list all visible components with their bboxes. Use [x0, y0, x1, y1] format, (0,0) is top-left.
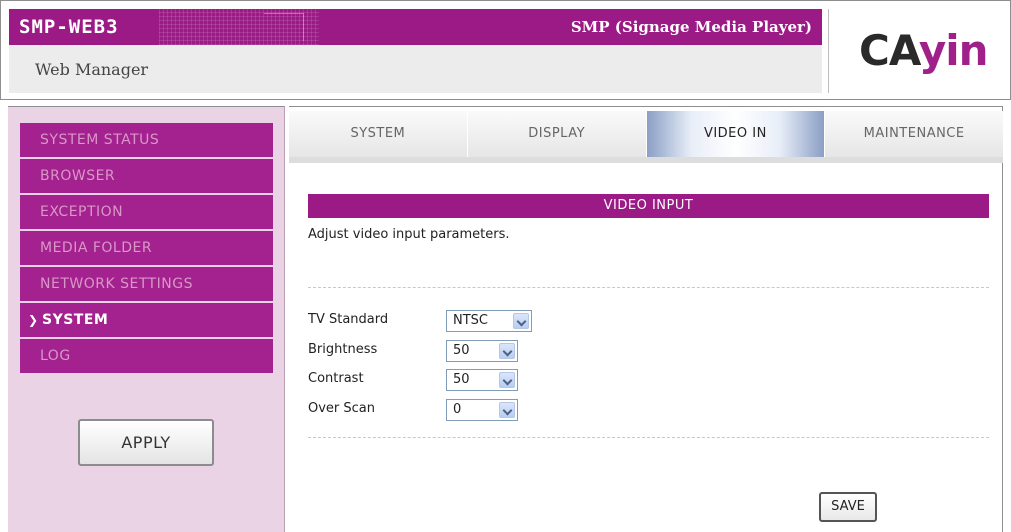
- sidebar-item-label: MEDIA FOLDER: [40, 240, 153, 256]
- sidebar-item-network-settings[interactable]: NETWORK SETTINGS: [20, 267, 273, 301]
- chevron-down-icon: [499, 372, 515, 388]
- apply-button[interactable]: APPLY: [78, 419, 214, 466]
- contrast-select[interactable]: 50: [446, 369, 518, 391]
- tv-standard-value: NTSC: [453, 313, 488, 328]
- main-panel: SYSTEM DISPLAY VIDEO IN MAINTENANCE VIDE…: [289, 106, 1003, 532]
- section-title: VIDEO INPUT: [308, 194, 989, 218]
- chevron-right-icon: ❯: [28, 313, 39, 327]
- cayin-logo: CAyin: [859, 26, 989, 75]
- tab-underline: [289, 157, 1003, 163]
- save-button[interactable]: SAVE: [819, 492, 877, 522]
- over-scan-label: Over Scan: [308, 401, 376, 416]
- logo-part-yin: yin: [918, 26, 989, 75]
- sidebar: SYSTEM STATUS BROWSER EXCEPTION MEDIA FO…: [8, 106, 285, 532]
- over-scan-row: Over Scan 0: [308, 399, 708, 421]
- tab-system[interactable]: SYSTEM: [289, 111, 468, 157]
- contrast-value: 50: [453, 372, 470, 387]
- divider: [308, 437, 989, 438]
- logo-part-ca: CA: [859, 26, 920, 75]
- tab-display[interactable]: DISPLAY: [467, 111, 647, 157]
- sidebar-item-media-folder[interactable]: MEDIA FOLDER: [20, 231, 273, 265]
- sidebar-item-system-status[interactable]: SYSTEM STATUS: [20, 123, 273, 157]
- chevron-down-icon: [513, 313, 529, 329]
- sidebar-item-label: SYSTEM: [42, 312, 109, 328]
- subtitle-bar: Web Manager: [9, 45, 822, 93]
- app-subtitle: Web Manager: [35, 60, 149, 79]
- sidebar-item-label: NETWORK SETTINGS: [40, 276, 194, 292]
- sidebar-item-browser[interactable]: BROWSER: [20, 159, 273, 193]
- chevron-down-icon: [499, 343, 515, 359]
- brightness-row: Brightness 50: [308, 340, 708, 362]
- tab-maintenance[interactable]: MAINTENANCE: [825, 111, 1003, 157]
- product-description: SMP (Signage Media Player): [570, 18, 812, 36]
- brightness-label: Brightness: [308, 342, 378, 357]
- section-description: Adjust video input parameters.: [308, 227, 510, 242]
- brightness-select[interactable]: 50: [446, 340, 518, 362]
- over-scan-select[interactable]: 0: [446, 399, 518, 421]
- sidebar-item-system[interactable]: ❯ SYSTEM: [20, 303, 273, 337]
- tab-video-in[interactable]: VIDEO IN: [646, 111, 826, 157]
- tab-bar: SYSTEM DISPLAY VIDEO IN MAINTENANCE: [289, 111, 1003, 157]
- sidebar-item-label: EXCEPTION: [40, 204, 124, 220]
- chevron-down-icon: [499, 402, 515, 418]
- over-scan-value: 0: [453, 402, 462, 417]
- sidebar-item-log[interactable]: LOG: [20, 339, 273, 373]
- brand-bar: SMP-WEB3 SMP (Signage Media Player): [9, 9, 822, 45]
- header-pattern-decoration: [264, 13, 304, 41]
- contrast-row: Contrast 50: [308, 369, 708, 391]
- logo-container: CAyin: [828, 9, 1003, 93]
- sidebar-menu: SYSTEM STATUS BROWSER EXCEPTION MEDIA FO…: [20, 123, 273, 375]
- tv-standard-select[interactable]: NTSC: [446, 310, 532, 332]
- brightness-value: 50: [453, 343, 470, 358]
- sidebar-item-label: BROWSER: [40, 168, 116, 184]
- divider: [308, 287, 989, 288]
- tv-standard-label: TV Standard: [308, 312, 389, 327]
- contrast-label: Contrast: [308, 371, 364, 386]
- sidebar-item-label: SYSTEM STATUS: [40, 132, 160, 148]
- tv-standard-row: TV Standard NTSC: [308, 310, 708, 332]
- product-name: SMP-WEB3: [19, 16, 119, 38]
- sidebar-item-label: LOG: [40, 348, 71, 364]
- sidebar-item-exception[interactable]: EXCEPTION: [20, 195, 273, 229]
- header: SMP-WEB3 SMP (Signage Media Player) Web …: [0, 0, 1011, 100]
